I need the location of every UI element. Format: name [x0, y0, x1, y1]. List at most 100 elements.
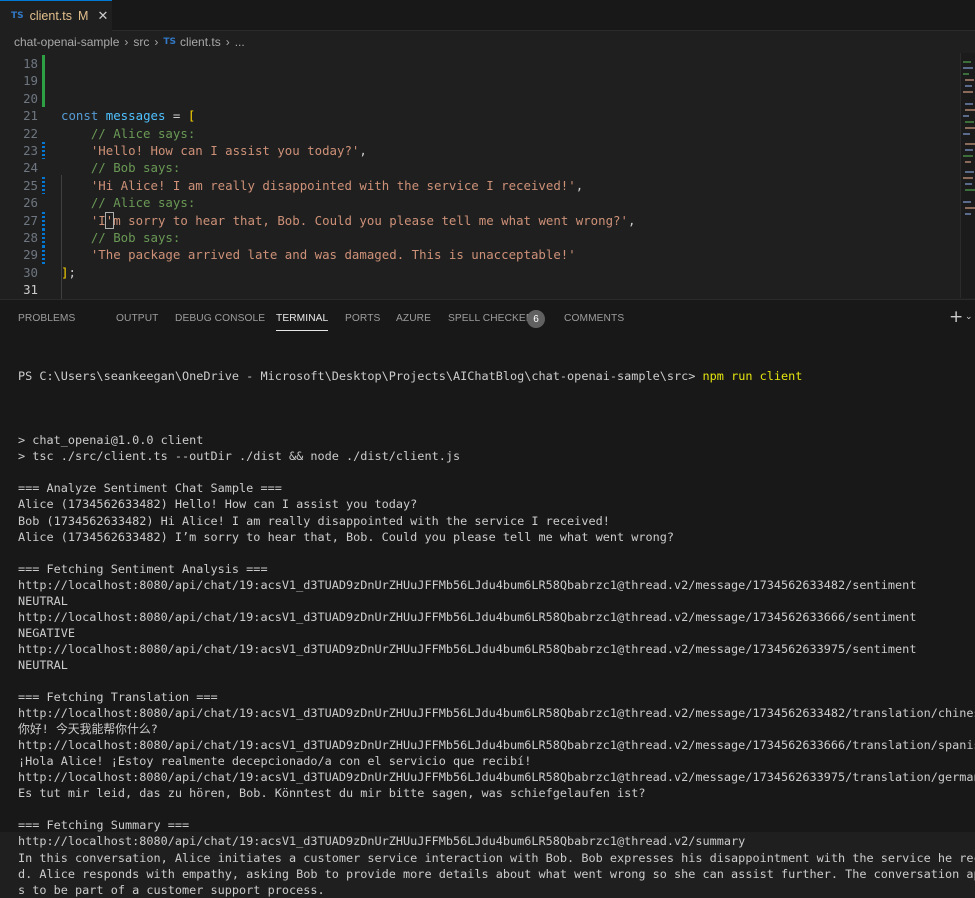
terminal-line: === Fetching Translation ===: [18, 690, 218, 705]
terminal-line: 你好! 今天我能帮你什么?: [18, 722, 158, 737]
minimap-line: [963, 133, 970, 135]
terminal-line: === Fetching Sentiment Analysis ===: [18, 561, 268, 576]
terminal-prompt: PS C:\Users\seankeegan\OneDrive - Micros…: [18, 369, 703, 384]
code-line[interactable]: 27 'I'm sorry to hear that, Bob. Could y…: [0, 211, 960, 229]
chevron-right-icon: ›: [225, 35, 230, 49]
tab-client-ts[interactable]: TS client.ts M ✕: [0, 0, 112, 31]
tab-output[interactable]: OUTPUT: [116, 313, 158, 324]
modified-line-marker[interactable]: [42, 211, 45, 229]
code-line[interactable]: 29 'The package arrived late and was dam…: [0, 246, 960, 264]
new-terminal-plus-icon[interactable]: +: [949, 307, 963, 327]
code-line[interactable]: 18: [0, 55, 960, 73]
code-token: 'Hello! How can I assist you today?': [61, 143, 360, 158]
code-token: ;: [68, 264, 76, 280]
minimap-line: [965, 161, 971, 163]
code-token: [: [187, 108, 196, 124]
spell-checker-count-badge: 6: [527, 310, 545, 328]
added-line-marker[interactable]: [42, 89, 45, 108]
minimap-line: [965, 171, 974, 173]
minimap-line: [965, 121, 974, 123]
minimap-line: [965, 85, 972, 87]
terminal-line: > tsc ./src/client.ts --outDir ./dist &&…: [18, 449, 461, 464]
minimap-line: [963, 177, 973, 179]
code-text: 'The package arrived late and was damage…: [61, 246, 576, 263]
code-text: // Bob says:: [61, 229, 181, 246]
terminal-line: Bob (1734562633482) Hi Alice! I am reall…: [18, 513, 610, 528]
modified-line-marker[interactable]: [42, 176, 45, 195]
code-line[interactable]: 19: [0, 72, 960, 90]
tab-comments[interactable]: COMMENTS: [564, 313, 624, 324]
line-number: 26: [23, 195, 38, 211]
minimap-line: [963, 155, 973, 157]
terminal-line: http://localhost:8080/api/chat/19:acsV1_…: [18, 641, 917, 656]
line-number: 28: [23, 230, 38, 245]
code-token: // Alice says:: [61, 195, 196, 211]
minimap[interactable]: [960, 53, 975, 298]
line-number: 30: [23, 264, 38, 280]
terminal-line: === Fetching Summary ===: [18, 818, 190, 833]
code-line[interactable]: 22 // Alice says:: [0, 125, 960, 142]
modified-line-marker[interactable]: [42, 229, 45, 247]
tab-ports[interactable]: PORTS: [345, 313, 380, 324]
minimap-line: [963, 67, 973, 69]
code-line[interactable]: 25 'Hi Alice! I am really disappointed w…: [0, 176, 960, 195]
code-text: 'Hello! How can I assist you today?',: [61, 142, 367, 159]
minimap-line: [965, 109, 975, 111]
close-icon[interactable]: ✕: [97, 9, 108, 24]
code-line[interactable]: 28 // Bob says:: [0, 229, 960, 247]
breadcrumb-file[interactable]: client.ts: [180, 35, 221, 49]
minimap-line: [963, 73, 969, 75]
line-number: 31: [23, 282, 38, 298]
line-number: 24: [23, 160, 38, 176]
terminal-line: In this conversation, Alice initiates a …: [18, 850, 975, 865]
added-line-marker[interactable]: [42, 72, 45, 90]
code-line[interactable]: 24 // Bob says:: [0, 159, 960, 176]
code-text: 'Hi Alice! I am really disappointed with…: [61, 177, 583, 194]
tab-spell-checker[interactable]: SPELL CHECKER: [448, 313, 533, 324]
code-token: 'Hi Alice! I am really disappointed with…: [61, 177, 576, 193]
tab-terminal[interactable]: TERMINAL: [276, 313, 329, 331]
tab-azure[interactable]: AZURE: [396, 313, 431, 324]
code-editor[interactable]: 18 19 20 21 const messages = [22 // Alice sa…: [0, 53, 960, 331]
line-number: 29: [23, 247, 38, 263]
terminal-line: ¡Hola Alice! ¡Estoy realmente decepciona…: [18, 754, 532, 769]
code-line[interactable]: 20: [0, 89, 960, 108]
breadcrumb-symbols[interactable]: ...: [235, 35, 245, 49]
terminal-line: NEUTRAL: [18, 657, 68, 672]
chevron-right-icon: ›: [154, 35, 159, 49]
terminal-line: http://localhost:8080/api/chat/19:acsV1_…: [18, 577, 917, 592]
modified-line-marker[interactable]: [42, 142, 45, 160]
modified-line-marker[interactable]: [42, 246, 45, 264]
chevron-down-icon[interactable]: ⌄: [965, 312, 973, 322]
minimap-line: [963, 61, 971, 63]
code-token: // Alice says:: [61, 125, 196, 141]
editor-tab-bar: TS client.ts M ✕: [0, 0, 975, 31]
tab-problems[interactable]: PROBLEMS: [18, 313, 75, 324]
modified-indicator: M: [78, 9, 89, 23]
code-line[interactable]: 21 const messages = [: [0, 107, 960, 124]
terminal-line: === Analyze Sentiment Chat Sample ===: [18, 481, 282, 496]
breadcrumb-folder-root[interactable]: chat-openai-sample: [14, 35, 119, 49]
code-line[interactable]: 30];: [0, 264, 960, 281]
terminal-prompt-line: PS C:\Users\seankeegan\OneDrive - Micros…: [18, 368, 975, 384]
code-text: ];: [61, 264, 76, 281]
line-number: 27: [23, 212, 38, 228]
terminal-output[interactable]: PS C:\Users\seankeegan\OneDrive - Micros…: [18, 336, 975, 898]
added-line-marker[interactable]: [42, 55, 45, 73]
line-number: 19: [23, 73, 38, 89]
minimap-line: [965, 143, 975, 145]
code-token: 'The package arrived late and was damage…: [61, 247, 576, 263]
terminal-line: > chat_openai@1.0.0 client: [18, 433, 204, 448]
tab-debug-console[interactable]: DEBUG CONSOLE: [175, 313, 265, 324]
minimap-line: [963, 91, 973, 93]
code-line[interactable]: 31: [0, 281, 960, 298]
code-line[interactable]: 23 'Hello! How can I assist you today?',: [0, 142, 960, 160]
code-text: 'I'm sorry to hear that, Bob. Could you …: [61, 211, 635, 229]
breadcrumb-folder-src[interactable]: src: [133, 35, 149, 49]
terminal-line: http://localhost:8080/api/chat/19:acsV1_…: [18, 834, 746, 849]
code-line[interactable]: 26 // Alice says:: [0, 194, 960, 211]
line-number: 22: [23, 125, 38, 141]
minimap-line: [965, 183, 972, 185]
